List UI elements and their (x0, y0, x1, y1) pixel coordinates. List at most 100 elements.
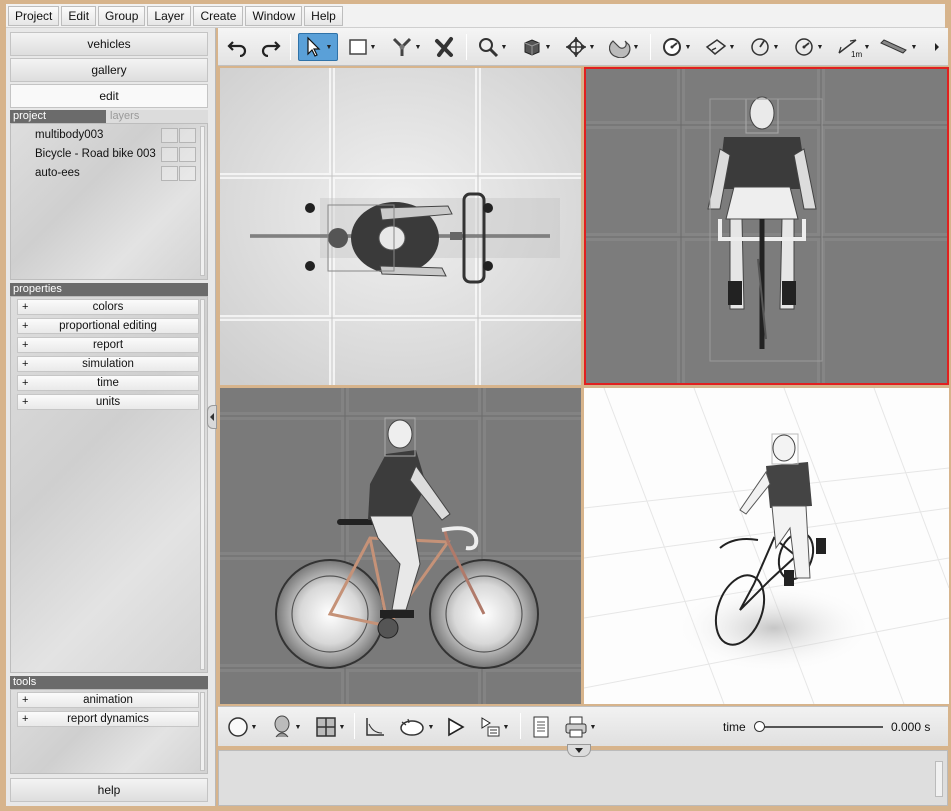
view-cube-button[interactable]: ▼ (516, 33, 556, 61)
chevron-down-icon: ▼ (500, 43, 508, 51)
time-label: time (723, 720, 746, 734)
playback-options-button[interactable]: ▼ (474, 713, 514, 741)
gauge-button[interactable]: ▼ (744, 33, 784, 61)
property-report[interactable]: + report (17, 337, 199, 353)
chevron-down-icon: ▼ (589, 723, 597, 731)
viewport-perspective[interactable] (584, 388, 949, 704)
property-label: colors (92, 301, 124, 313)
camera-icon (399, 718, 424, 736)
joint-icon (392, 37, 411, 56)
expand-icon[interactable]: + (22, 693, 28, 707)
chevron-down-icon: ▼ (728, 43, 736, 51)
rectangle-select-button[interactable]: ▼ (344, 33, 380, 61)
select-arrow-icon (306, 36, 320, 57)
visibility-toggle[interactable] (161, 128, 178, 143)
dial-button[interactable]: ▼ (788, 33, 828, 61)
property-simulation[interactable]: + simulation (17, 356, 199, 372)
zoom-button[interactable]: ▼ (472, 33, 512, 61)
expand-console-handle[interactable] (567, 744, 591, 757)
play-button[interactable] (440, 713, 470, 741)
joint-tool-button[interactable]: ▼ (386, 33, 426, 61)
plane-button[interactable]: ▼ (700, 33, 740, 61)
undo-button[interactable] (224, 33, 252, 61)
expand-icon[interactable]: + (22, 338, 28, 352)
expand-icon[interactable]: + (22, 376, 28, 390)
toolbar-separator (290, 34, 291, 60)
chevron-down-icon: ▼ (369, 43, 377, 51)
play-list-icon (481, 717, 500, 737)
report-button[interactable] (526, 713, 556, 741)
property-units[interactable]: + units (17, 394, 199, 410)
lock-toggle[interactable] (179, 128, 196, 143)
collapse-sidebar-handle[interactable] (207, 405, 217, 429)
visibility-toggle[interactable] (161, 166, 178, 181)
project-list: multibody003 Bicycle - Road bike 003 aut… (10, 123, 208, 280)
visibility-toggle[interactable] (161, 147, 178, 162)
gauge-icon (750, 38, 769, 56)
rectangle-select-icon (348, 39, 367, 55)
menu-layer[interactable]: Layer (147, 5, 192, 26)
time-slider[interactable] (758, 726, 883, 728)
properties-scrollbar[interactable] (200, 299, 205, 670)
human-model-button[interactable]: ▼ (268, 713, 304, 741)
chevron-down-icon: ▼ (910, 43, 918, 51)
tool-report-dynamics[interactable]: + report dynamics (17, 711, 199, 727)
menu-window[interactable]: Window (245, 5, 303, 26)
viewport-front[interactable] (584, 67, 949, 385)
console-panel (218, 750, 948, 806)
viewport-top[interactable] (220, 68, 581, 385)
delete-button[interactable] (430, 33, 460, 61)
pen-button[interactable]: ▼ (876, 33, 920, 61)
print-button[interactable]: ▼ (560, 713, 600, 741)
box-icon (524, 39, 540, 56)
menu-edit[interactable]: Edit (61, 5, 97, 26)
menu-project[interactable]: Project (8, 5, 60, 26)
project-tab[interactable]: project layers (10, 110, 208, 123)
disc-icon (662, 38, 681, 56)
expand-icon[interactable]: + (22, 712, 28, 726)
axes-button[interactable] (360, 713, 390, 741)
console-scrollbar[interactable] (935, 761, 943, 797)
redo-button[interactable] (256, 33, 284, 61)
gallery-button[interactable]: gallery (10, 58, 208, 82)
sphere-button[interactable]: ▼ (224, 713, 260, 741)
menu-create[interactable]: Create (193, 5, 244, 26)
viewport-side[interactable] (220, 388, 581, 704)
toolbar-separator (650, 34, 651, 60)
property-colors[interactable]: + colors (17, 299, 199, 315)
grid-icon (315, 717, 336, 737)
tool-animation[interactable]: + animation (17, 692, 199, 708)
printer-icon (565, 716, 587, 738)
project-scrollbar[interactable] (200, 126, 205, 276)
ruler-button[interactable]: 1m ▼ (832, 33, 874, 61)
select-tool-button[interactable]: ▼ (298, 33, 338, 61)
time-slider-handle[interactable] (753, 721, 765, 732)
menu-group[interactable]: Group (98, 5, 146, 26)
edit-button[interactable]: edit (10, 84, 208, 108)
pen-icon (879, 39, 907, 54)
expand-icon[interactable]: + (22, 357, 28, 371)
expand-icon[interactable]: + (22, 300, 28, 314)
chevron-down-icon: ▼ (502, 723, 510, 731)
expand-icon[interactable]: + (22, 319, 28, 333)
expand-icon[interactable]: + (22, 395, 28, 409)
magnet-button[interactable]: ▼ (604, 33, 644, 61)
toolbar-overflow-button[interactable] (930, 33, 944, 61)
tools-scrollbar[interactable] (200, 692, 205, 771)
chevron-down-icon: ▼ (684, 43, 692, 51)
menu-help[interactable]: Help (304, 5, 343, 26)
property-time[interactable]: + time (17, 375, 199, 391)
layers-tab[interactable]: layers (106, 110, 208, 123)
record-button[interactable]: ▼ (394, 713, 438, 741)
disc-button[interactable]: ▼ (656, 33, 696, 61)
magnet-icon (608, 40, 630, 58)
vehicles-button[interactable]: vehicles (10, 32, 208, 56)
property-label: report (92, 339, 124, 351)
property-proportional-editing[interactable]: + proportional editing (17, 318, 199, 334)
layout-grid-button[interactable]: ▼ (312, 713, 348, 741)
toolbar-separator (466, 34, 467, 60)
help-button[interactable]: help (10, 778, 208, 802)
move-button[interactable]: ▼ (560, 33, 600, 61)
lock-toggle[interactable] (179, 166, 196, 181)
lock-toggle[interactable] (179, 147, 196, 162)
